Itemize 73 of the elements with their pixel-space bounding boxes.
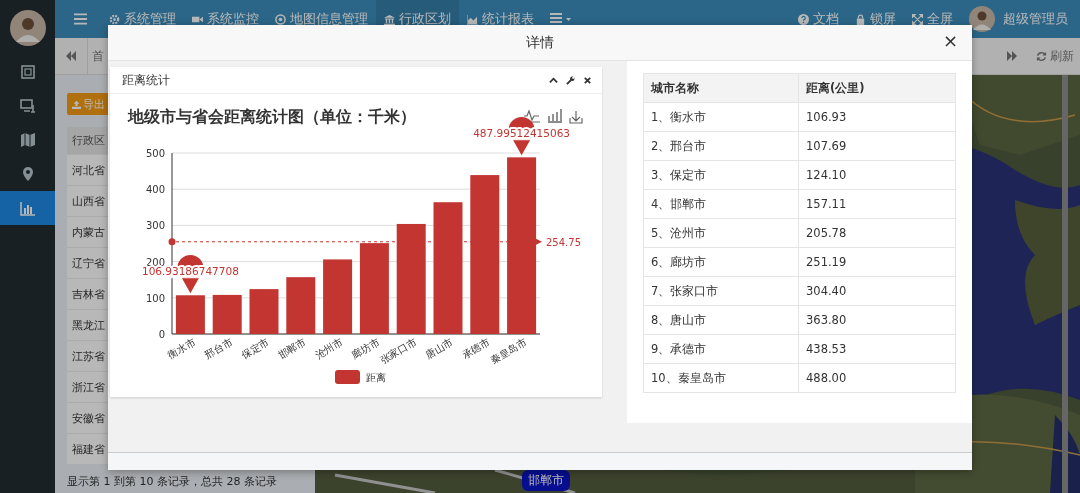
nav-menu-item[interactable]: 地图信息管理 (267, 0, 376, 38)
axis-tick-label: 100 (145, 292, 165, 304)
column-header: 城市名称 (643, 73, 799, 103)
scroll-right-icon[interactable] (1006, 51, 1018, 61)
line-end-arrow (536, 238, 542, 245)
table-cell: 157.11 (798, 189, 956, 219)
bar (286, 277, 316, 334)
scroll-left-icon[interactable] (65, 51, 77, 61)
export-button[interactable]: 导出 (67, 93, 110, 115)
table-cell: 488.00 (798, 363, 956, 393)
table-cell: 304.40 (798, 276, 956, 306)
table-cell: 3、保定市 (643, 160, 799, 190)
column-header: 距离(公里) (798, 73, 956, 103)
table-cell: 8、唐山市 (643, 305, 799, 335)
table-cell: 251.19 (798, 247, 956, 277)
table-cell: 5、沧州市 (643, 218, 799, 248)
bar-chart-icon (19, 200, 36, 216)
bar (249, 289, 279, 334)
axis-tick-label: 400 (145, 184, 165, 196)
download-icon[interactable] (569, 110, 583, 124)
line-start-marker (168, 238, 176, 246)
pagination-info: 显示第 1 到第 10 条记录，总共 28 条记录 (67, 474, 278, 489)
chart-title: 地级市与省会距离统计图（单位：千米） (128, 108, 416, 126)
table-cell: 363.80 (798, 305, 956, 335)
table-cell: 106.93 (798, 102, 956, 132)
monitor-icon (19, 98, 36, 114)
table-cell: 205.78 (798, 218, 956, 248)
table-cell: 1、衡水市 (643, 102, 799, 132)
refresh-icon (1036, 50, 1047, 62)
table-cell: 7、张家口市 (643, 276, 799, 306)
table-cell: 124.10 (798, 160, 956, 190)
map-marker-label[interactable]: 邯郸市 (522, 470, 570, 491)
table-cell: 107.69 (798, 131, 956, 161)
collapse-icon[interactable] (549, 75, 558, 85)
sidebar-item[interactable] (0, 191, 55, 225)
nav-menu-item[interactable]: 系统管理 (101, 0, 184, 38)
upload-icon (72, 99, 81, 109)
table-cell: 2、邢台市 (643, 131, 799, 161)
refresh-button[interactable]: 刷新 (1028, 47, 1080, 65)
marker-label: 106.93186747708 (141, 265, 239, 278)
nav-menu-item[interactable]: 系统监控 (184, 0, 267, 38)
nav-link[interactable]: 文档 (790, 0, 847, 38)
list-dropdown-icon[interactable] (550, 13, 572, 25)
axis-category-label: 唐山市 (423, 336, 455, 361)
axis-tick-label: 0 (158, 329, 165, 340)
frame-icon (19, 64, 36, 80)
nav-link[interactable]: 锁屏 (847, 0, 904, 38)
user-avatar-icon[interactable] (9, 10, 46, 46)
table-cell: 10、秦皇岛市 (643, 363, 799, 393)
axis-tick-label: 300 (145, 220, 165, 232)
close-button[interactable]: × (938, 31, 962, 51)
average-label: 254.75 (546, 236, 581, 248)
table-cell: 9、承德市 (643, 334, 799, 364)
axis-category-label: 秦皇岛市 (488, 336, 529, 366)
table-cell: 4、邯郸市 (643, 189, 799, 219)
axis-tick-label: 200 (145, 256, 165, 268)
bar (175, 295, 205, 334)
bar-chart-icon[interactable] (547, 108, 563, 123)
map-icon (19, 132, 36, 148)
panel-title: 距离统计 (122, 71, 171, 89)
close-icon[interactable] (583, 75, 592, 85)
axis-category-label: 沧州市 (313, 336, 345, 361)
wrench-icon[interactable] (566, 75, 575, 85)
legend-label[interactable]: 距离 (366, 372, 386, 383)
table-cell: 438.53 (798, 334, 956, 364)
legend-swatch[interactable] (335, 370, 360, 384)
table-cell: 6、廊坊市 (643, 247, 799, 277)
axis-category-label: 张家口市 (378, 336, 419, 366)
marker-label: 487.99512415063 (473, 127, 571, 140)
dialog-title: 详情 (526, 33, 554, 52)
line-chart-icon[interactable] (523, 109, 541, 123)
menu-icon[interactable] (74, 13, 87, 25)
bar (212, 294, 242, 334)
